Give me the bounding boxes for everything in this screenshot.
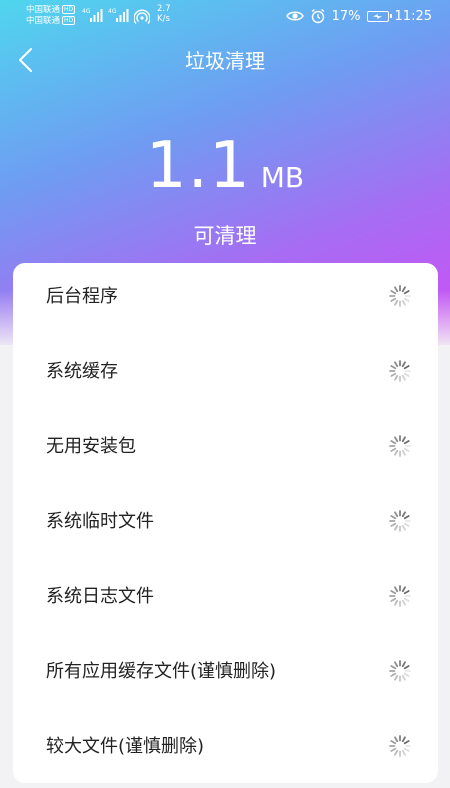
list-item-label: 所有应用缓存文件(谨慎删除): [46, 661, 277, 682]
clock-time: 11:25: [394, 8, 432, 24]
network-speed-value: 2.7: [157, 4, 171, 14]
list-item[interactable]: 系统缓存: [13, 338, 438, 413]
list-item-label: 系统日志文件: [46, 586, 154, 607]
list-item[interactable]: 系统日志文件: [13, 563, 438, 638]
page-title: 垃圾清理: [185, 49, 265, 73]
list-item-label: 无用安装包: [46, 436, 136, 457]
carrier-2: 中国联通 HD: [26, 16, 76, 26]
loading-spinner-icon: [389, 735, 411, 757]
hd-badge: HD: [62, 16, 76, 25]
list-item[interactable]: 较大文件(谨慎删除): [13, 713, 438, 788]
hotspot-icon: [134, 9, 150, 24]
list-item[interactable]: 后台程序: [13, 263, 438, 338]
hd-badge: HD: [62, 5, 76, 14]
scan-items-card: 后台程序 系统缓存 无用安装包 系统临时文件 系统日志文件 所有应用缓存文件(谨…: [13, 263, 438, 783]
cleanable-caption: 可清理: [193, 224, 257, 248]
carrier-2-name: 中国联通: [26, 16, 61, 26]
junk-size-value: 1.1: [145, 129, 251, 203]
alarm-icon: [311, 8, 325, 24]
list-item-label: 系统缓存: [46, 361, 118, 382]
battery-icon: [366, 10, 392, 22]
status-bar: 中国联通 HD 中国联通 HD 4G 4G 2.7 K/s 17% 11:25: [0, 0, 450, 32]
network-speed: 2.7 K/s: [157, 4, 171, 24]
network-speed-unit: K/s: [157, 14, 170, 24]
loading-spinner-icon: [389, 285, 411, 307]
charging-icon: [372, 13, 382, 19]
carrier-1-name: 中国联通: [26, 5, 61, 15]
junk-size-display: 1.1 MB: [0, 126, 450, 206]
loading-spinner-icon: [389, 585, 411, 607]
loading-spinner-icon: [389, 510, 411, 532]
junk-size-unit: MB: [260, 161, 305, 194]
eye-icon: [285, 11, 304, 21]
list-item-label: 较大文件(谨慎删除): [46, 736, 205, 757]
signal-strength-icon: [90, 9, 103, 22]
loading-spinner-icon: [389, 435, 411, 457]
list-item[interactable]: 无用安装包: [13, 413, 438, 488]
carrier-1: 中国联通 HD: [26, 5, 76, 15]
status-right-group: 17% 11:25: [285, 6, 432, 26]
list-item-label: 系统临时文件: [46, 511, 154, 532]
list-item[interactable]: 系统临时文件: [13, 488, 438, 563]
loading-spinner-icon: [389, 360, 411, 382]
battery-percentage: 17%: [331, 8, 361, 24]
signal-strength-icon: [116, 9, 129, 22]
list-item-label: 后台程序: [46, 286, 118, 307]
list-item[interactable]: 所有应用缓存文件(谨慎删除): [13, 638, 438, 713]
loading-spinner-icon: [389, 660, 411, 682]
